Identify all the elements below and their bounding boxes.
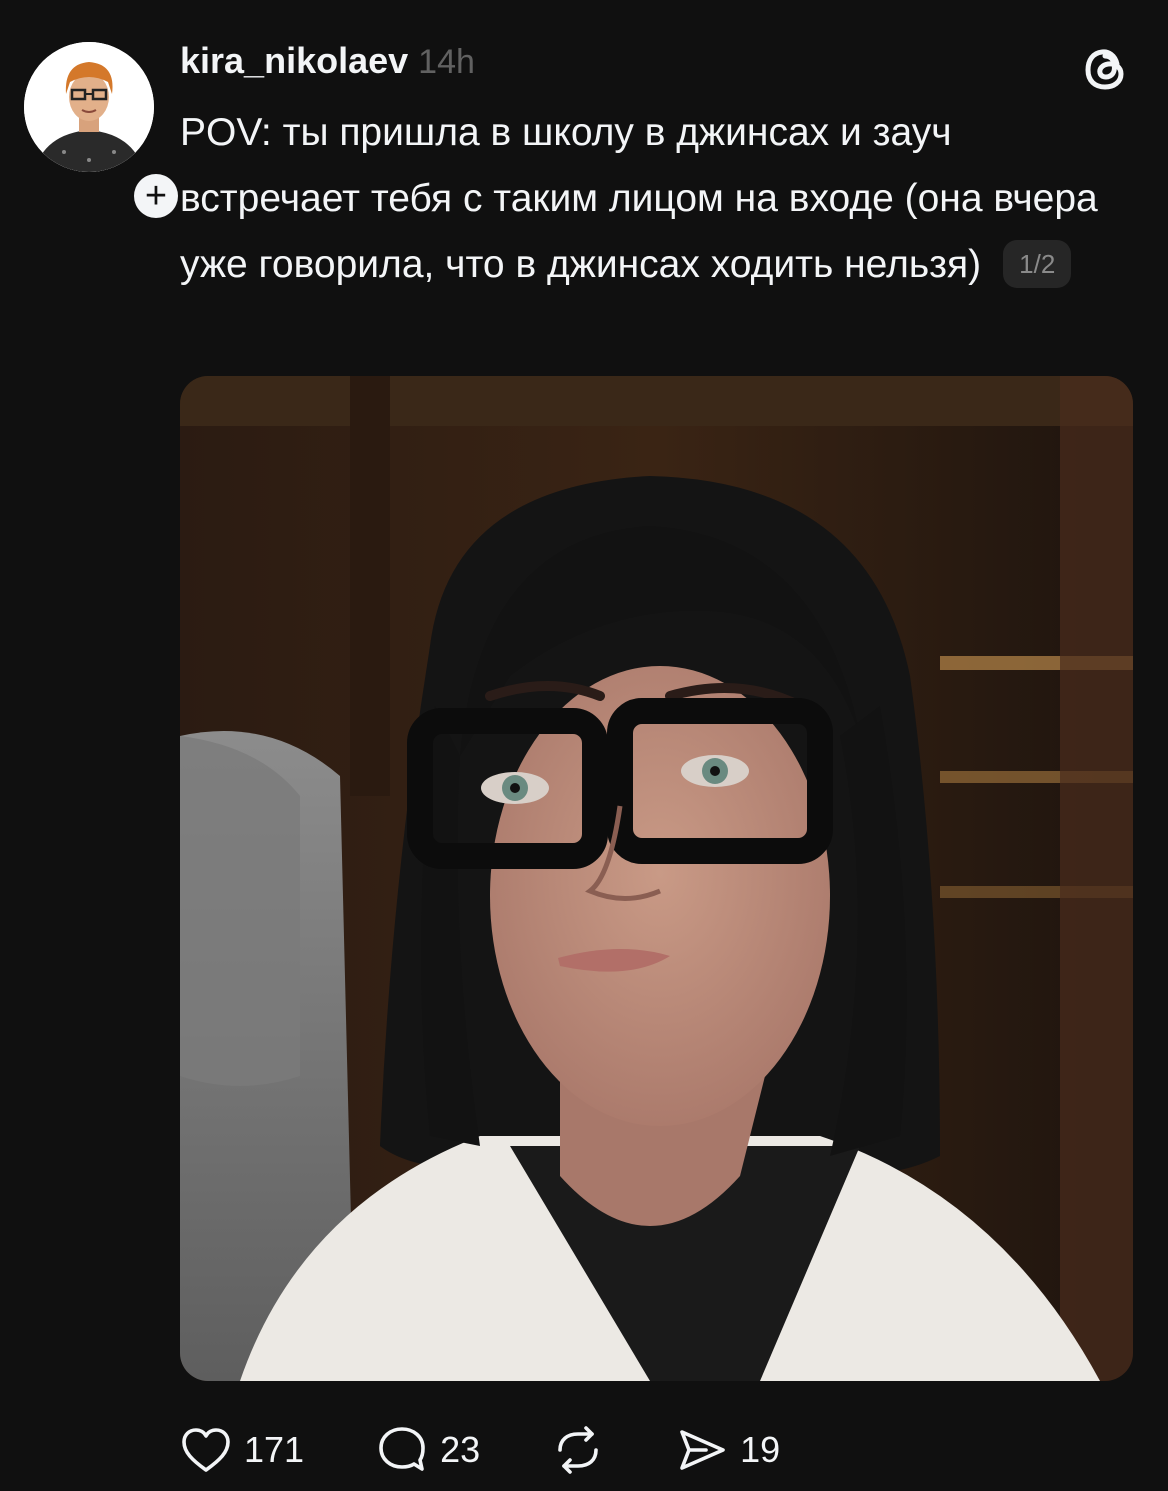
action-bar: 171 23 19: [180, 1420, 852, 1480]
post-caption: POV: ты пришла в школу в джинсах и зауч …: [180, 100, 1120, 298]
repost-button[interactable]: [552, 1426, 604, 1474]
share-count: 19: [740, 1429, 781, 1470]
page-indicator: 1/2: [1003, 239, 1072, 288]
username[interactable]: kira_nikolaev: [180, 40, 408, 82]
send-icon: [676, 1426, 728, 1474]
timestamp: 14h: [418, 43, 475, 81]
plus-icon: +: [134, 174, 178, 218]
post-header: kira_nikolaev 14h: [180, 40, 475, 90]
share-button[interactable]: 19: [676, 1426, 780, 1474]
author-avatar-wrap[interactable]: +: [24, 42, 182, 222]
follow-button[interactable]: +: [130, 170, 182, 222]
comment-count: 23: [440, 1429, 481, 1470]
comment-button[interactable]: 23: [376, 1425, 480, 1475]
avatar[interactable]: [24, 42, 154, 172]
threads-post: + kira_nikolaev 14h POV: ты пришла в шко…: [0, 0, 1168, 1491]
caption-text: POV: ты пришла в школу в джинсах и зауч …: [180, 111, 1098, 286]
like-button[interactable]: 171: [180, 1426, 304, 1474]
heart-icon: [180, 1426, 232, 1474]
comment-bubble-icon: [376, 1425, 428, 1475]
post-image[interactable]: [180, 376, 1133, 1381]
like-count: 171: [244, 1429, 305, 1470]
threads-logo-icon[interactable]: [1078, 42, 1132, 96]
repost-icon: [552, 1426, 604, 1474]
